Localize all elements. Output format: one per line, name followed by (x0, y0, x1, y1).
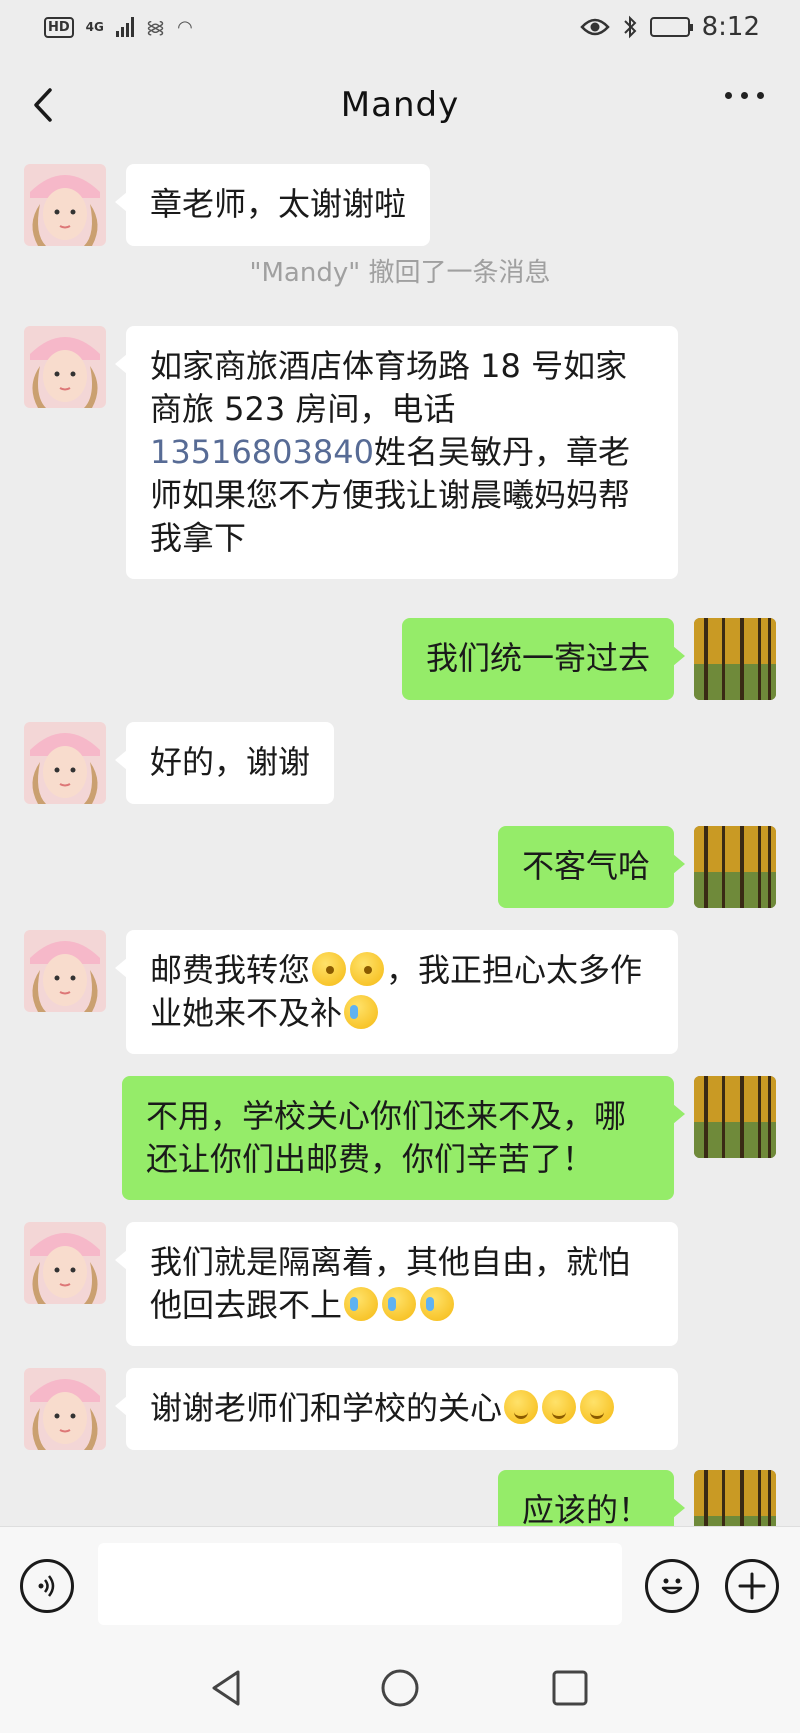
message-incoming: 好的，谢谢 (24, 722, 335, 804)
message-incoming: 邮费我转您 ，我正担心太多作业她来不及补 (24, 930, 678, 1054)
plus-icon[interactable] (725, 1559, 779, 1613)
message-bubble[interactable]: 如家商旅酒店体育场路 18 号如家商旅 523 房间，电话 13516803840… (115, 326, 678, 579)
chat-history[interactable]: 章老师，太谢谢啦 "Mandy" 撤回了一条消息 如家商旅酒店体育场路 18 号… (0, 156, 800, 1526)
message-incoming: 章老师，太谢谢啦 (24, 164, 431, 246)
chat-title: Mandy (340, 85, 460, 125)
input-bar (0, 1526, 800, 1642)
voice-icon[interactable] (20, 1559, 74, 1613)
smile-emoji-icon (542, 1390, 577, 1424)
message-input[interactable] (98, 1543, 622, 1625)
message-bubble[interactable]: 不客气哈 (497, 826, 686, 908)
avatar-me[interactable] (694, 1470, 776, 1526)
message-incoming: 谢谢老师们和学校的关心 (24, 1368, 678, 1450)
message-incoming: 如家商旅酒店体育场路 18 号如家商旅 523 房间，电话 13516803840… (24, 326, 678, 579)
avatar-me[interactable] (694, 826, 776, 908)
status-time: 8:12 (701, 12, 760, 42)
message-bubble[interactable]: 章老师，太谢谢啦 (114, 164, 431, 246)
status-right: 8:12 (579, 12, 760, 42)
battery-icon (649, 17, 693, 37)
message-text: 邮费我转您 (150, 951, 311, 989)
phone-number-link[interactable]: 13516803840 (150, 433, 374, 471)
signal-2-icon: ᯼ (145, 17, 166, 38)
thinking-emoji-icon (312, 952, 347, 986)
message-bubble[interactable]: 谢谢老师们和学校的关心 (115, 1368, 678, 1450)
circle-home-icon[interactable] (378, 1666, 422, 1710)
message-bubble[interactable]: 我们统一寄过去 (401, 618, 686, 700)
avatar-mandy[interactable] (24, 1368, 106, 1450)
avatar-me[interactable] (694, 618, 776, 700)
network-type: 4G (85, 20, 104, 34)
eye-icon (579, 18, 610, 36)
message-text: 如家商旅酒店体育场路 18 号如家商旅 523 房间，电话 (150, 347, 628, 428)
message-outgoing: 我们统一寄过去 (401, 618, 776, 700)
avatar-mandy[interactable] (24, 930, 106, 1012)
message-bubble[interactable]: 我们就是隔离着，其他自由，就怕他回去跟不上 (115, 1222, 678, 1346)
message-incoming: 我们就是隔离着，其他自由，就怕他回去跟不上 (24, 1222, 678, 1346)
recall-notice: "Mandy" 撤回了一条消息 (249, 258, 551, 288)
square-recent-icon[interactable] (548, 1666, 592, 1710)
crying-emoji-icon (344, 1287, 379, 1321)
chat-header: Mandy (0, 54, 800, 156)
avatar-me[interactable] (694, 1076, 776, 1158)
message-bubble[interactable]: 不用，学校关心你们还来不及，哪还让你们出邮费，你们辛苦了！ (122, 1076, 685, 1200)
message-bubble[interactable]: 应该的！ (497, 1470, 686, 1526)
crying-emoji-icon (344, 995, 379, 1029)
message-bubble[interactable]: 邮费我转您 ，我正担心太多作业她来不及补 (115, 930, 678, 1054)
smile-emoji-icon (504, 1390, 539, 1424)
thinking-emoji-icon (350, 952, 385, 986)
wifi-icon: ◠ (177, 16, 193, 38)
status-bar: HD 4G ᯼ ◠ 8:12 (0, 0, 800, 54)
more-dots-icon[interactable] (725, 92, 764, 99)
triangle-back-icon[interactable] (206, 1666, 250, 1710)
message-outgoing: 应该的！ (497, 1470, 776, 1526)
avatar-mandy[interactable] (24, 326, 106, 408)
signal-icon (115, 17, 134, 37)
message-outgoing: 不客气哈 (497, 826, 776, 908)
message-text: 谢谢老师们和学校的关心 (150, 1389, 503, 1427)
avatar-mandy[interactable] (24, 164, 106, 246)
message-outgoing: 不用，学校关心你们还来不及，哪还让你们出邮费，你们辛苦了！ (122, 1076, 776, 1200)
avatar-mandy[interactable] (24, 1222, 106, 1304)
crying-emoji-icon (382, 1287, 417, 1321)
crying-emoji-icon (420, 1287, 455, 1321)
hd-badge: HD (44, 16, 74, 38)
smile-emoji-icon (580, 1390, 615, 1424)
message-bubble[interactable]: 好的，谢谢 (114, 722, 335, 804)
emoji-face-icon[interactable] (645, 1559, 699, 1613)
system-navigation (0, 1642, 800, 1733)
bluetooth-icon (623, 15, 637, 39)
avatar-mandy[interactable] (24, 722, 106, 804)
chevron-left-icon[interactable] (24, 84, 66, 126)
status-left: HD 4G ᯼ ◠ (44, 15, 193, 39)
